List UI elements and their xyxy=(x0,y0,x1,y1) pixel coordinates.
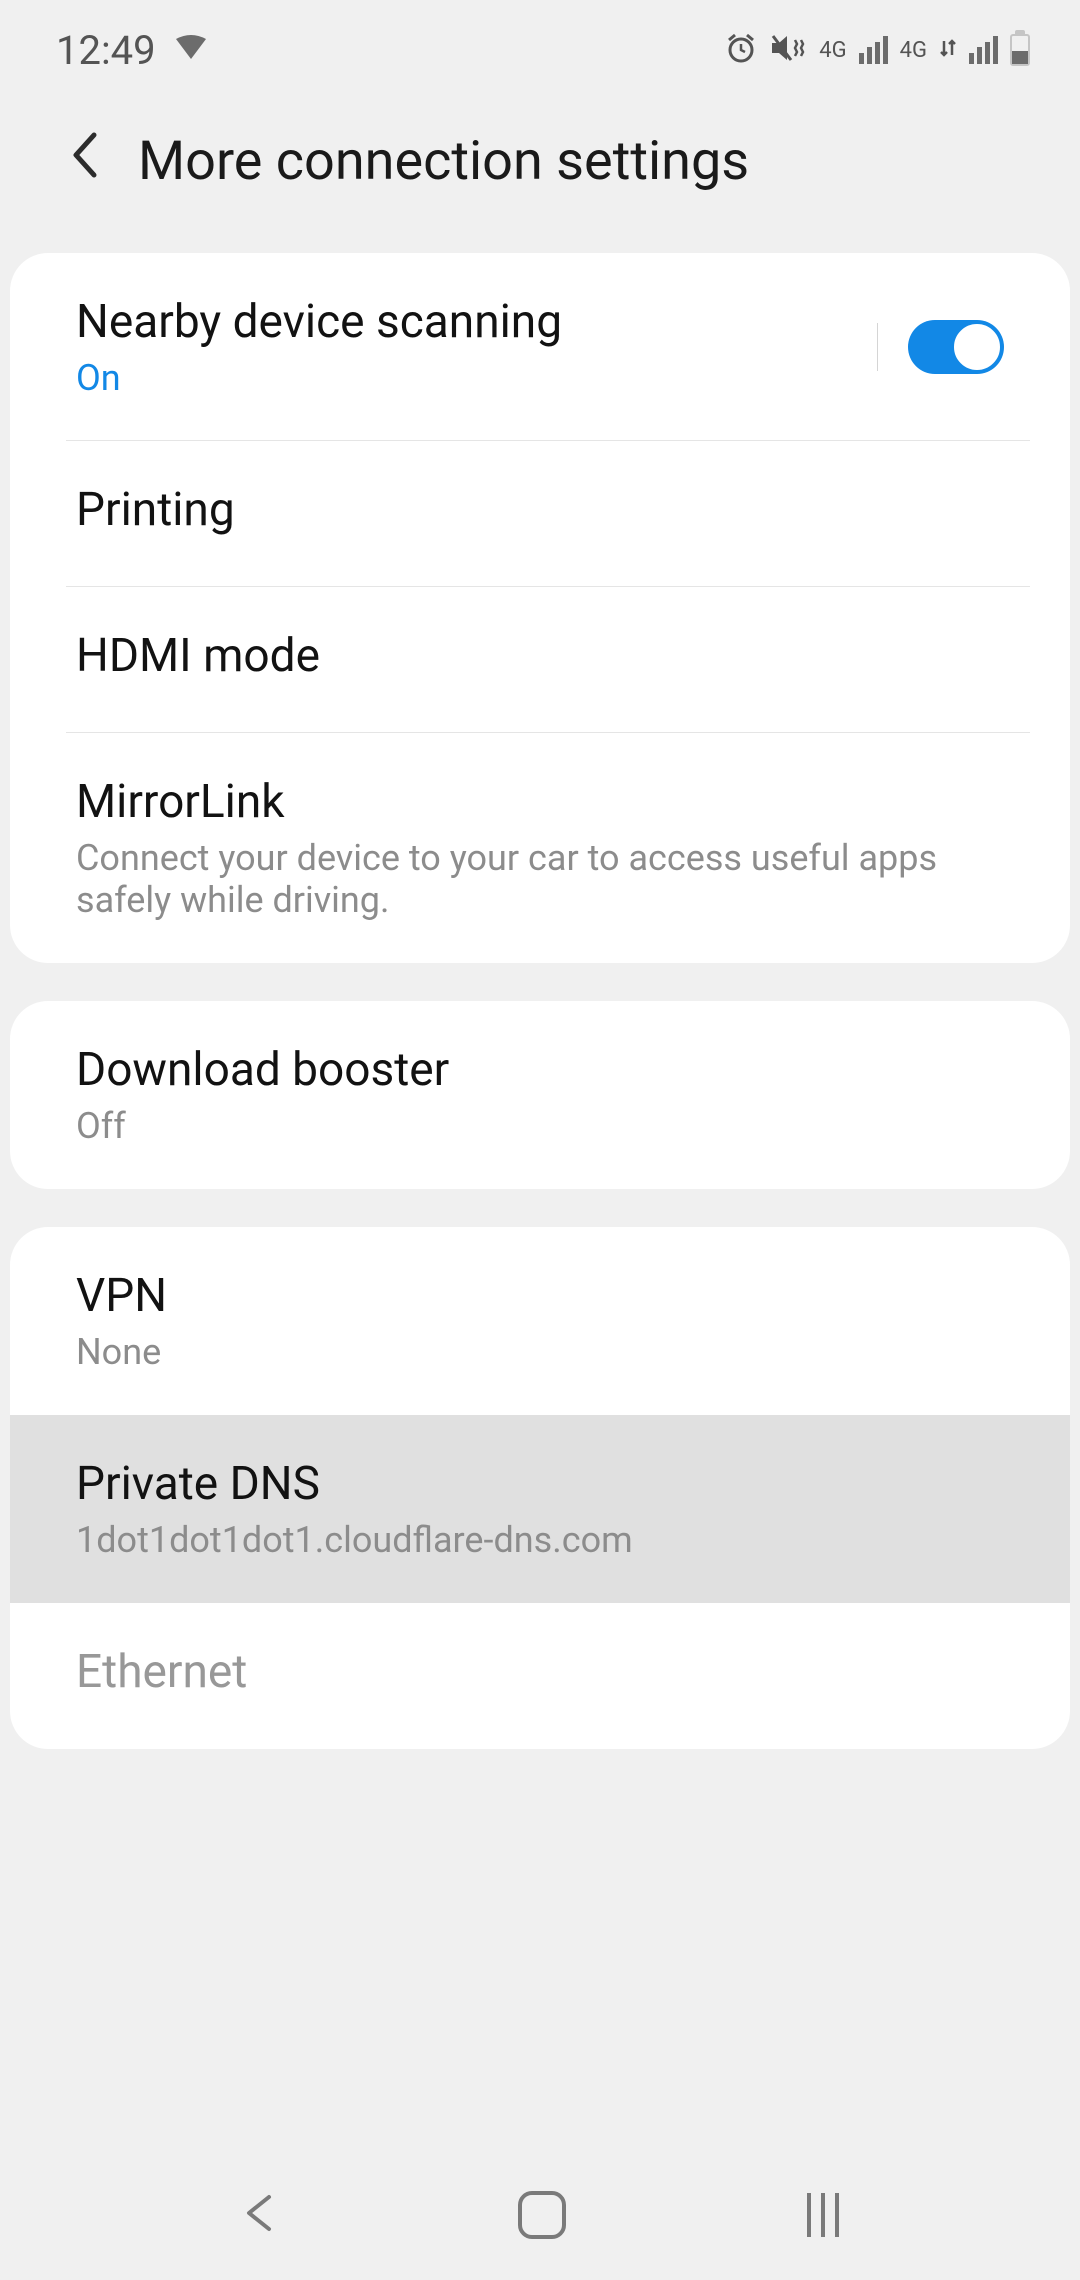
setting-ethernet[interactable]: Ethernet xyxy=(10,1603,1070,1749)
setting-title: Download booster xyxy=(76,1043,1004,1097)
setting-mirrorlink[interactable]: MirrorLink Connect your device to your c… xyxy=(10,733,1070,963)
setting-printing[interactable]: Printing xyxy=(10,441,1070,587)
setting-title: HDMI mode xyxy=(76,629,1004,683)
alarm-icon xyxy=(725,32,757,68)
wifi-icon xyxy=(176,35,206,65)
page-title: More connection settings xyxy=(138,130,749,193)
setting-status: None xyxy=(76,1331,1004,1373)
network-type-1: 4G xyxy=(819,38,846,63)
setting-status: On xyxy=(76,357,877,399)
settings-group-1: Nearby device scanning On Printing HDMI … xyxy=(10,253,1070,963)
setting-title: Nearby device scanning xyxy=(76,295,877,349)
navigation-bar xyxy=(0,2150,1080,2280)
header: More connection settings xyxy=(0,90,1080,253)
setting-status: Off xyxy=(76,1105,1004,1147)
setting-title: MirrorLink xyxy=(76,775,1004,829)
settings-group-2: Download booster Off xyxy=(10,1001,1070,1189)
setting-download-booster[interactable]: Download booster Off xyxy=(10,1001,1070,1189)
setting-subtitle: Connect your device to your car to acces… xyxy=(76,837,1004,921)
status-bar: 12:49 4G xyxy=(0,0,1080,90)
battery-icon xyxy=(1010,34,1030,66)
nearby-scanning-toggle[interactable] xyxy=(908,320,1004,374)
back-button[interactable] xyxy=(70,131,98,192)
settings-group-3: VPN None Private DNS 1dot1dot1dot1.cloud… xyxy=(10,1227,1070,1749)
status-left: 12:49 xyxy=(56,27,206,74)
mute-vibrate-icon xyxy=(769,32,807,68)
nav-back-button[interactable] xyxy=(241,2191,277,2239)
setting-hdmi-mode[interactable]: HDMI mode xyxy=(10,587,1070,733)
data-arrows-icon xyxy=(939,37,957,63)
setting-vpn[interactable]: VPN None xyxy=(10,1227,1070,1415)
network-type-2: 4G xyxy=(900,38,927,63)
signal-bars-1 xyxy=(859,36,888,64)
toggle-divider xyxy=(877,323,878,371)
status-right: 4G 4G xyxy=(725,32,1030,68)
nav-home-button[interactable] xyxy=(518,2191,566,2239)
setting-title: Private DNS xyxy=(76,1457,1004,1511)
setting-title: Ethernet xyxy=(76,1645,1004,1699)
setting-value: 1dot1dot1dot1.cloudflare-dns.com xyxy=(76,1519,1004,1561)
signal-bars-2 xyxy=(969,36,998,64)
setting-title: Printing xyxy=(76,483,1004,537)
status-time: 12:49 xyxy=(56,27,156,74)
setting-private-dns[interactable]: Private DNS 1dot1dot1dot1.cloudflare-dns… xyxy=(10,1415,1070,1603)
setting-title: VPN xyxy=(76,1269,1004,1323)
setting-nearby-scanning[interactable]: Nearby device scanning On xyxy=(10,253,1070,441)
nav-recent-button[interactable] xyxy=(807,2193,839,2237)
